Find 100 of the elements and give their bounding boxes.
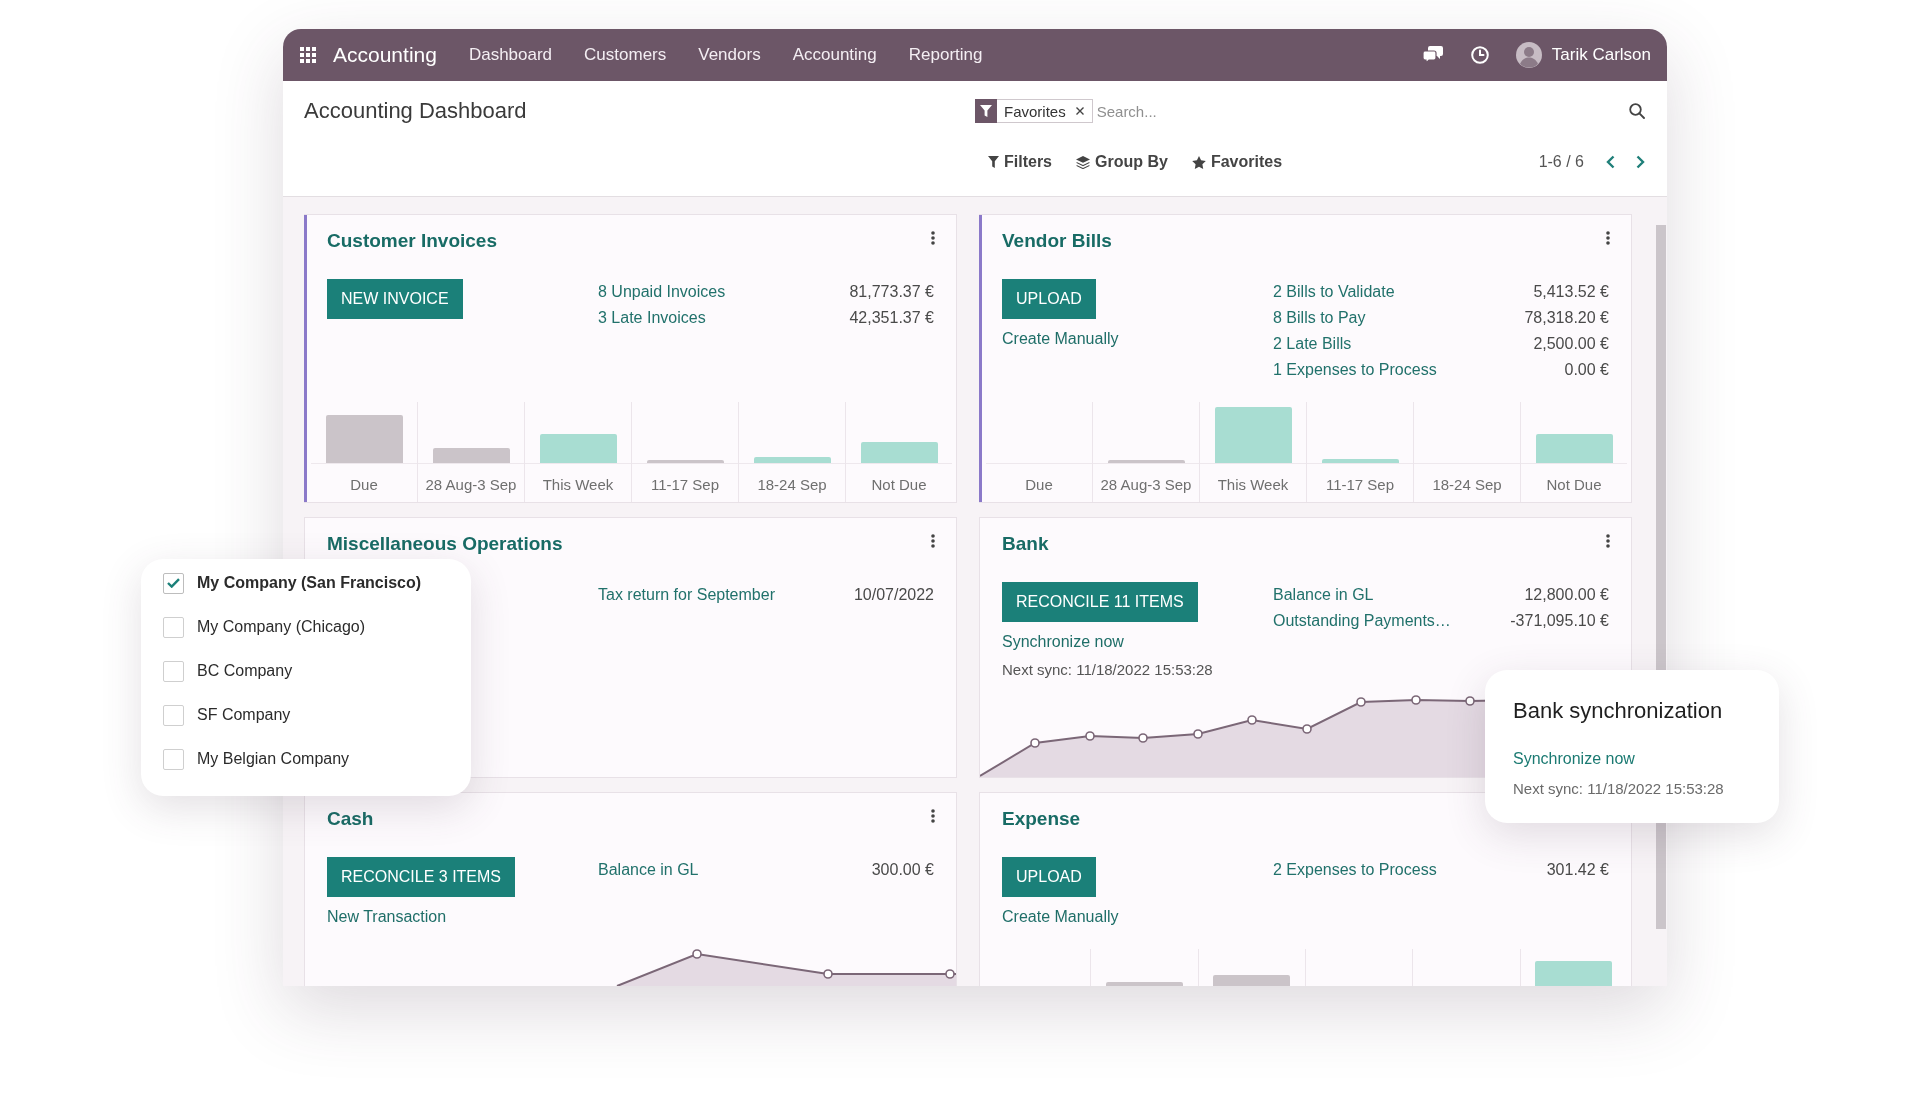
company-option[interactable]: My Company (Chicago) [197, 618, 366, 636]
action-button[interactable]: RECONCILE 3 ITEMS [327, 857, 516, 897]
chart-point [1465, 696, 1475, 706]
app-name[interactable]: Accounting [333, 43, 437, 67]
kebab-menu-icon[interactable] [931, 534, 935, 548]
stat-amount: 42,351.37 € [849, 308, 934, 328]
clock-icon[interactable] [1470, 46, 1489, 64]
chart-label: 18-24 Sep [757, 475, 827, 495]
stat-amount: 81,773.37 € [849, 282, 934, 302]
chart-point [1138, 733, 1148, 743]
synchronize-link[interactable]: Synchronize now [1513, 748, 1635, 770]
stat-link[interactable]: 2 Expenses to Process [1273, 857, 1547, 883]
action-button[interactable]: UPLOAD [1002, 279, 1096, 319]
checkbox[interactable] [163, 748, 184, 770]
chart-point [1193, 729, 1203, 739]
toolbar-button[interactable]: Group By [1076, 153, 1168, 171]
chart-point [1411, 695, 1421, 705]
company-option[interactable]: My Company (San Francisco) [197, 574, 422, 592]
toolbar-button[interactable]: Filters [988, 153, 1052, 171]
layers-icon [1076, 155, 1090, 169]
avatar-icon[interactable] [1515, 42, 1542, 68]
chevron-right-icon[interactable] [1636, 155, 1645, 169]
company-option[interactable]: BC Company [197, 662, 293, 680]
funnel-icon [988, 156, 999, 168]
company-option[interactable]: My Belgian Company [197, 750, 350, 768]
funnel-icon [975, 98, 997, 123]
search-input[interactable]: Search... [1096, 102, 1621, 120]
checkbox[interactable] [163, 572, 184, 594]
card-title[interactable]: Cash [327, 806, 374, 832]
stat-link[interactable]: Balance in GL [598, 857, 872, 883]
tooltip-title: Bank synchronization [1513, 697, 1723, 725]
chart-point [1085, 731, 1095, 741]
chart-point [1247, 715, 1257, 725]
apps-menu-icon[interactable] [300, 47, 316, 63]
search-icon[interactable] [1629, 103, 1645, 119]
stat-amount: 2,500.00 € [1532, 334, 1609, 354]
menu-item[interactable]: Dashboard [468, 45, 553, 65]
chart-label: Not Due [1546, 475, 1602, 495]
chart-label: 11-17 Sep [650, 475, 720, 495]
kebab-menu-icon[interactable] [931, 809, 935, 823]
checkbox[interactable] [163, 660, 184, 682]
sync-status-text: Next sync: 11/18/2022 15:53:28 [1002, 660, 1213, 680]
card-title[interactable]: Bank [1002, 531, 1049, 557]
menu-item[interactable]: Vendors [698, 45, 761, 65]
page-title: Accounting Dashboard [304, 98, 528, 124]
stat-link[interactable]: Outstanding Payments… [1273, 608, 1511, 634]
chart-point [692, 949, 702, 959]
chart-point [1302, 724, 1312, 734]
action-link[interactable]: New Transaction [327, 906, 447, 928]
card-title[interactable]: Expense [1002, 806, 1081, 832]
company-option[interactable]: SF Company [197, 706, 291, 724]
stat-amount: 12,800.00 € [1523, 585, 1609, 605]
chart-label: Due [1025, 475, 1053, 495]
close-icon[interactable] [1075, 107, 1084, 115]
facet-label: Favorites [1003, 102, 1067, 120]
action-link[interactable]: Synchronize now [1002, 631, 1124, 653]
stat-link[interactable]: 8 Bills to Pay [1273, 305, 1525, 331]
chart-point [823, 969, 833, 979]
action-link[interactable]: Create Manually [1002, 906, 1119, 928]
menu-item[interactable]: Customers [584, 45, 667, 65]
search-facet[interactable]: Favorites [975, 99, 1093, 123]
kebab-menu-icon[interactable] [931, 231, 935, 245]
kebab-menu-icon[interactable] [1606, 534, 1610, 548]
toolbar-button[interactable]: Favorites [1191, 153, 1283, 171]
chart-point [1356, 697, 1366, 707]
action-button[interactable]: RECONCILE 11 ITEMS [1002, 582, 1198, 622]
chart-label: This Week [1217, 475, 1289, 495]
user-name[interactable]: Tarik Carlson [1551, 45, 1651, 65]
chat-icon[interactable] [1422, 46, 1443, 64]
kebab-menu-icon[interactable] [1606, 231, 1610, 245]
stat-link[interactable]: 3 Late Invoices [598, 305, 850, 331]
stat-link[interactable]: 8 Unpaid Invoices [598, 279, 850, 305]
check-icon [167, 578, 180, 588]
menu-item[interactable]: Reporting [908, 45, 983, 65]
stat-amount: 0.00 € [1563, 360, 1609, 380]
star-icon [1191, 155, 1206, 169]
stat-link[interactable]: Tax return for September [598, 582, 854, 608]
action-button[interactable]: NEW INVOICE [327, 279, 463, 319]
sync-status-text: Next sync: 11/18/2022 15:53:28 [1513, 779, 1724, 799]
chart-label: Due [350, 475, 378, 495]
card-title[interactable]: Vendor Bills [1002, 228, 1112, 254]
stat-link[interactable]: 2 Bills to Validate [1273, 279, 1525, 305]
menu-item[interactable]: Accounting [792, 45, 877, 65]
chart-label: This Week [542, 475, 614, 495]
stat-link[interactable]: 2 Late Bills [1273, 331, 1525, 357]
stat-link[interactable]: Balance in GL [1273, 582, 1511, 608]
action-button[interactable]: UPLOAD [1002, 857, 1096, 897]
stat-amount: -371,095.10 € [1510, 611, 1609, 631]
card-title[interactable]: Miscellaneous Operations [327, 531, 563, 557]
checkbox[interactable] [163, 704, 184, 726]
stat-amount: 10/07/2022 [853, 585, 934, 605]
action-link[interactable]: Create Manually [1002, 328, 1119, 350]
chart-label: 28 Aug-3 Sep [1100, 475, 1192, 495]
stat-amount: 78,318.20 € [1524, 308, 1609, 328]
chevron-left-icon[interactable] [1606, 155, 1615, 169]
checkbox[interactable] [163, 616, 184, 638]
chart-label: 18-24 Sep [1432, 475, 1502, 495]
pager-value[interactable]: 1-6 / 6 [1538, 153, 1584, 171]
stat-link[interactable]: 1 Expenses to Process [1273, 357, 1525, 383]
card-title[interactable]: Customer Invoices [327, 228, 497, 254]
